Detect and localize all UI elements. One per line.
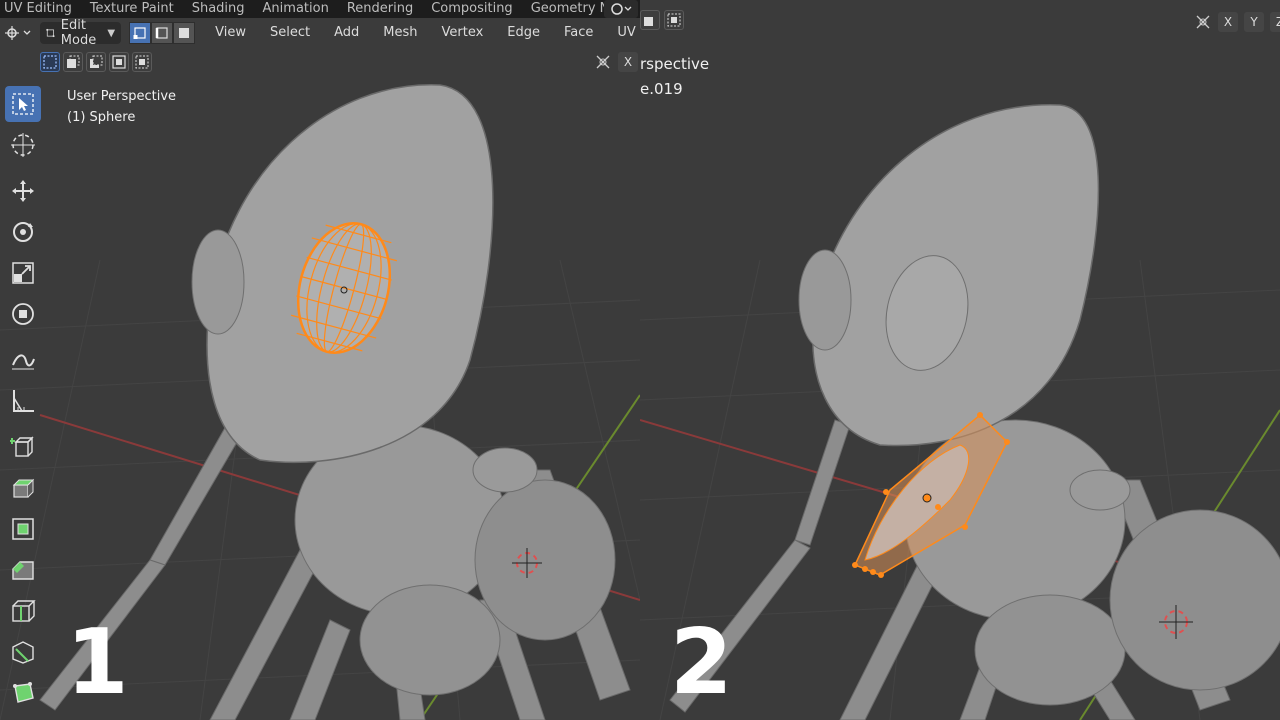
select-invert-icon xyxy=(112,55,126,69)
editor-type-button[interactable] xyxy=(4,22,34,44)
edge-select-icon xyxy=(155,27,168,39)
select-new-icon xyxy=(43,55,57,69)
select-intersect-button[interactable] xyxy=(132,52,152,72)
menu-add[interactable]: Add xyxy=(322,22,371,44)
axis-z-button[interactable]: Z xyxy=(1270,12,1280,32)
active-object-label: (1) Sphere xyxy=(67,110,136,125)
add-cube-icon xyxy=(10,436,34,457)
loop-cut-icon xyxy=(12,600,36,622)
move-icon xyxy=(12,180,34,202)
face-select-button[interactable] xyxy=(173,22,196,44)
viewport-info-left: User Perspective (1) Sphere xyxy=(67,86,176,128)
vertex-select-icon xyxy=(133,27,146,39)
select-invert-button[interactable] xyxy=(109,52,129,72)
viewport-panel-1[interactable]: UV Editing Texture Paint Shading Animati… xyxy=(0,0,640,720)
select-extend-icon xyxy=(644,17,653,26)
tool-add-cube[interactable] xyxy=(5,429,41,465)
vertex-select-button[interactable] xyxy=(129,22,152,44)
active-object-label-partial: e.019 xyxy=(640,80,683,98)
knife-icon xyxy=(12,641,34,664)
rotate-icon xyxy=(13,222,33,242)
header-menu: View Select Add Mesh Vertex Edge Face UV xyxy=(215,22,640,44)
gizmo-icon[interactable] xyxy=(594,53,612,71)
transform-icon xyxy=(12,303,34,325)
step-number-1: 1 xyxy=(66,610,129,715)
workspace-tabs: UV Editing Texture Paint Shading Animati… xyxy=(0,0,640,18)
select-subtract-icon xyxy=(90,55,103,68)
select-subtract-button[interactable] xyxy=(86,52,106,72)
step-number-2: 2 xyxy=(670,610,733,715)
selection-mode-toggles xyxy=(40,52,152,72)
inset-icon xyxy=(12,518,34,540)
tool-rotate[interactable] xyxy=(5,214,41,250)
select-intersect-icon xyxy=(667,13,681,27)
viewport-panel-2[interactable]: X Y Z rspective e.019 2 xyxy=(640,0,1280,720)
tab-texture-paint[interactable]: Texture Paint xyxy=(81,0,183,18)
viewport-gizmo-controls-left: X xyxy=(594,52,638,72)
editor-type-icon xyxy=(5,26,31,40)
tool-inset[interactable] xyxy=(5,511,41,547)
tool-knife[interactable] xyxy=(5,634,41,670)
select-extend-button[interactable] xyxy=(63,52,83,72)
tool-select-box[interactable] xyxy=(5,86,41,122)
tool-move[interactable] xyxy=(5,173,41,209)
scene-icon xyxy=(611,3,632,15)
edge-select-button[interactable] xyxy=(151,22,174,44)
menu-vertex[interactable]: Vertex xyxy=(430,22,496,44)
menu-mesh[interactable]: Mesh xyxy=(371,22,429,44)
select-intersect-icon xyxy=(135,55,149,69)
header-partial-controls xyxy=(640,10,684,30)
face-select-icon xyxy=(179,28,190,38)
tool-scale[interactable] xyxy=(5,255,41,291)
viewport-gizmo-controls-right: X Y Z xyxy=(1194,12,1280,32)
perspective-label: User Perspective xyxy=(67,89,177,104)
tab-compositing[interactable]: Compositing xyxy=(422,0,522,18)
tool-shelf xyxy=(0,86,46,716)
menu-edge[interactable]: Edge xyxy=(495,22,552,44)
select-intersect-button-partial[interactable] xyxy=(664,10,684,30)
viewport-header: Edit Mode ▼ View Select Add Mesh Vertex … xyxy=(0,18,640,48)
axis-y-button[interactable]: Y xyxy=(1244,12,1264,32)
poly-build-icon xyxy=(13,682,34,703)
menu-face[interactable]: Face xyxy=(552,22,605,44)
axis-x-button[interactable]: X xyxy=(618,52,638,72)
scene-selector[interactable] xyxy=(604,0,638,18)
mode-label: Edit Mode xyxy=(60,18,97,48)
perspective-label-partial: rspective xyxy=(640,55,710,73)
mode-dropdown[interactable]: Edit Mode ▼ xyxy=(40,18,122,48)
tab-rendering[interactable]: Rendering xyxy=(338,0,422,18)
viewport-info-right: rspective e.019 xyxy=(640,52,709,102)
axis-x-button[interactable]: X xyxy=(1218,12,1238,32)
select-box-icon xyxy=(12,93,34,115)
edit-mode-icon xyxy=(46,28,55,38)
menu-view[interactable]: View xyxy=(215,22,258,44)
menu-uv[interactable]: UV xyxy=(605,22,640,44)
tab-animation[interactable]: Animation xyxy=(254,0,338,18)
tool-loop-cut[interactable] xyxy=(5,593,41,629)
select-mode-group xyxy=(129,22,196,44)
cursor-icon xyxy=(11,133,35,157)
extrude-icon xyxy=(12,478,35,498)
tool-measure[interactable] xyxy=(5,383,41,419)
tab-uv-editing[interactable]: UV Editing xyxy=(0,0,81,18)
select-new-button[interactable] xyxy=(40,52,60,72)
select-extend-button-partial[interactable] xyxy=(640,10,660,30)
scale-icon xyxy=(12,262,34,284)
tool-bevel[interactable] xyxy=(5,552,41,588)
tab-shading[interactable]: Shading xyxy=(183,0,254,18)
measure-icon xyxy=(13,390,34,412)
viewport-3d-right[interactable] xyxy=(640,0,1280,720)
tool-transform[interactable] xyxy=(5,296,41,332)
select-extend-icon xyxy=(67,55,80,68)
bevel-icon xyxy=(12,561,34,580)
chevron-down-icon: ▼ xyxy=(107,27,116,39)
tool-poly-build[interactable] xyxy=(5,675,41,711)
gizmo-icon[interactable] xyxy=(1194,13,1212,31)
tool-cursor[interactable] xyxy=(5,127,41,163)
tool-annotate[interactable] xyxy=(5,342,41,378)
annotate-icon xyxy=(12,354,35,370)
menu-select[interactable]: Select xyxy=(258,22,322,44)
tool-extrude[interactable] xyxy=(5,470,41,506)
